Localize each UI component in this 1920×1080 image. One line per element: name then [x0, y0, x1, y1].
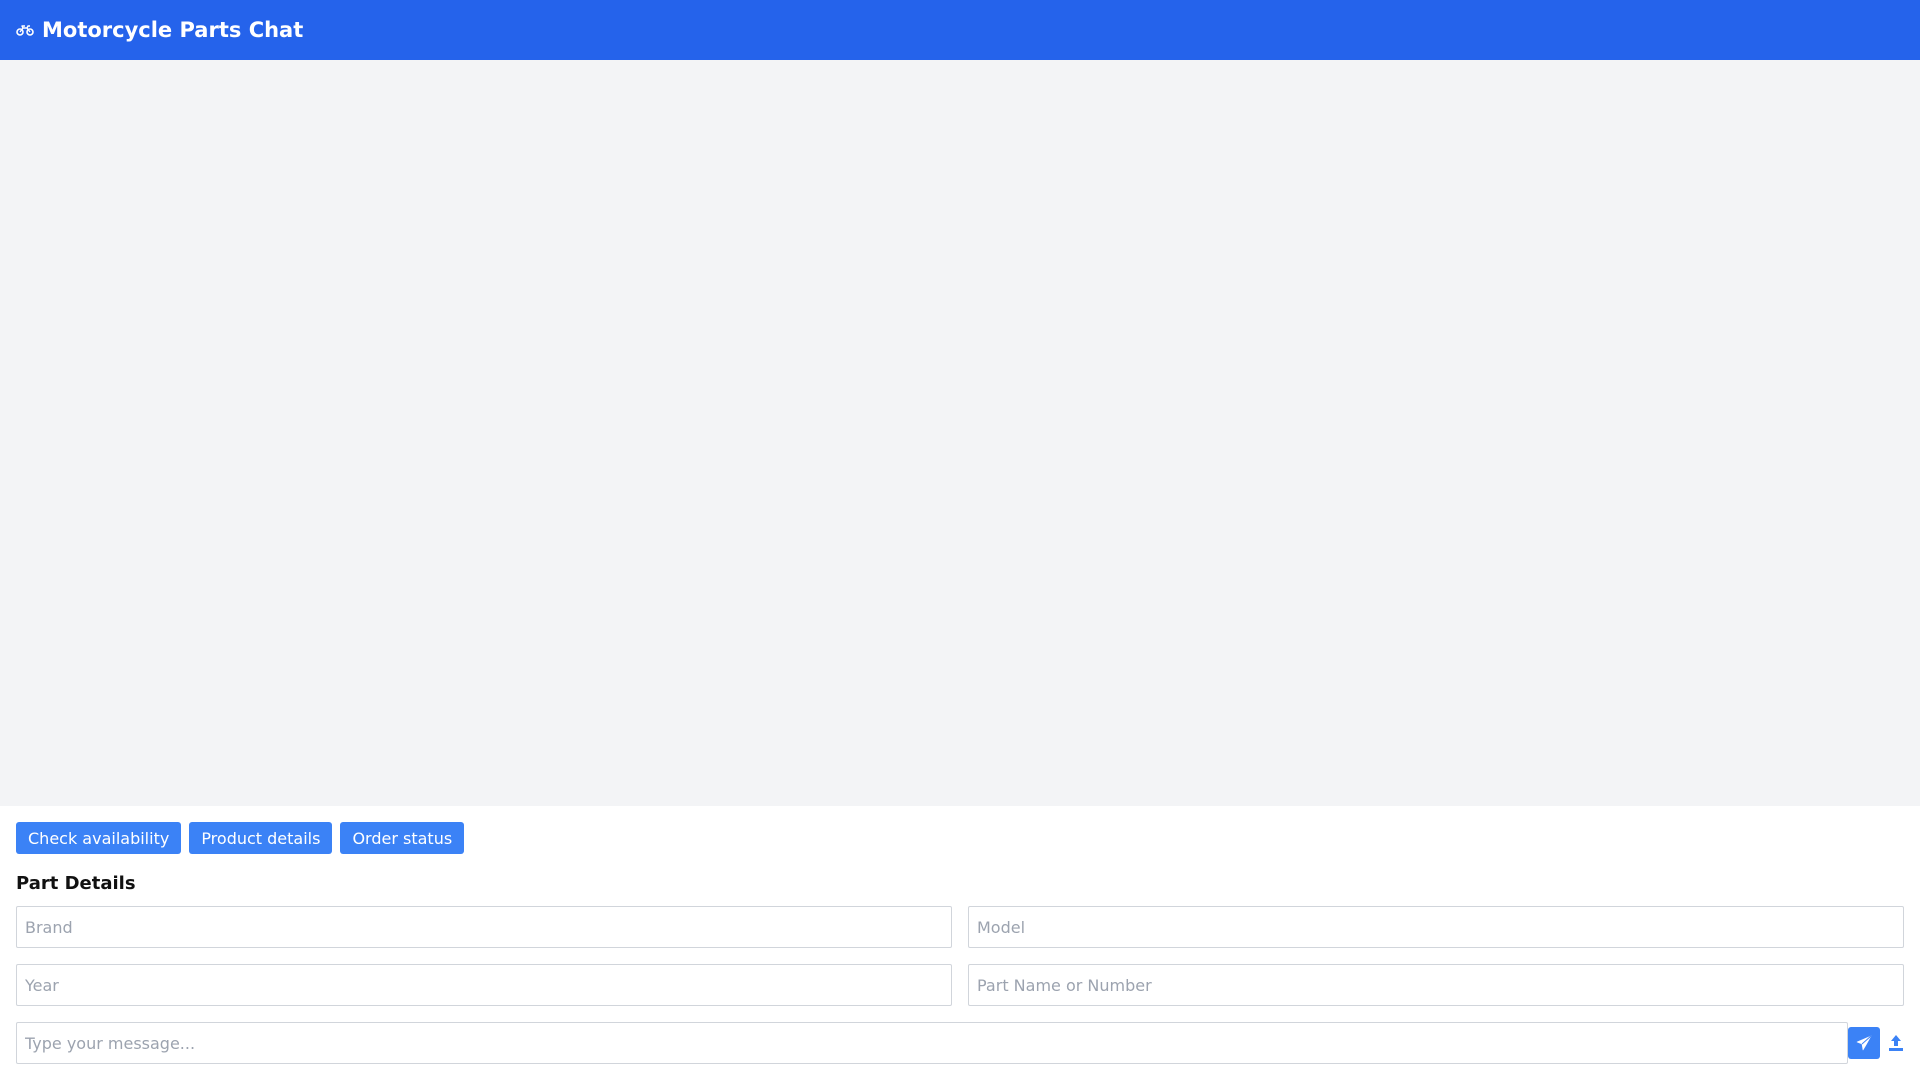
year-field[interactable]	[16, 964, 952, 1006]
send-button[interactable]	[1848, 1027, 1880, 1059]
model-field[interactable]	[968, 906, 1904, 948]
chat-messages-area[interactable]	[0, 60, 1920, 806]
part-name-field[interactable]	[968, 964, 1904, 1006]
order-status-button[interactable]: Order status	[340, 822, 465, 854]
product-details-button[interactable]: Product details	[189, 822, 333, 854]
upload-button[interactable]	[1884, 1029, 1908, 1057]
motorcycle-icon	[16, 21, 34, 39]
app-header: Motorcycle Parts Chat	[0, 0, 1920, 60]
composer-panel: Check availability Product details Order…	[0, 806, 1920, 1080]
check-availability-button[interactable]: Check availability	[16, 822, 182, 854]
upload-icon	[1888, 1034, 1904, 1052]
message-input[interactable]	[16, 1022, 1848, 1064]
part-details-heading: Part Details	[16, 873, 136, 894]
quick-actions: Check availability Product details Order…	[16, 822, 465, 854]
paper-plane-icon	[1856, 1035, 1872, 1051]
app-title: Motorcycle Parts Chat	[42, 18, 304, 42]
brand-field[interactable]	[16, 906, 952, 948]
